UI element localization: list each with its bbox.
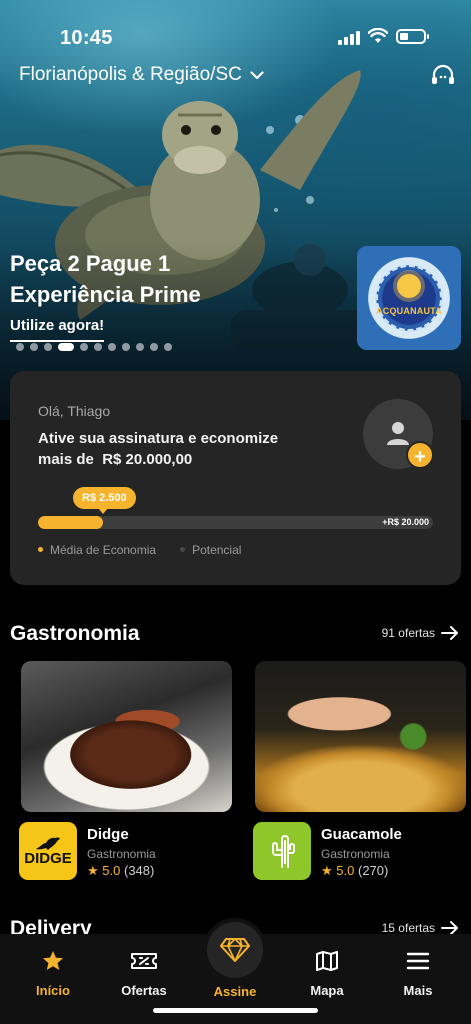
sun-icon bbox=[397, 274, 421, 298]
wifi-icon bbox=[368, 28, 388, 43]
legend-potential: Potencial bbox=[180, 543, 241, 557]
menu-icon bbox=[406, 952, 430, 970]
signal-icon bbox=[338, 31, 360, 45]
gastronomia-see-all-link[interactable]: 91 ofertas bbox=[382, 626, 459, 640]
promo-title: Peça 2 Pague 1 Experiência Prime bbox=[10, 248, 201, 310]
guacamole-logo[interactable] bbox=[253, 822, 311, 880]
offer-name-didge[interactable]: Didge bbox=[87, 826, 129, 843]
delivery-see-all-link[interactable]: 15 ofertas bbox=[382, 921, 459, 935]
tab-mapa[interactable]: Mapa bbox=[287, 948, 367, 998]
diamond-icon bbox=[220, 938, 250, 962]
offer-category-didge: Gastronomia bbox=[87, 847, 156, 861]
cactus-icon bbox=[272, 835, 295, 868]
offer-rating-didge: ★ 5.0 (348) bbox=[87, 863, 155, 878]
tab-inicio[interactable]: Início bbox=[13, 948, 93, 998]
tab-ofertas[interactable]: Ofertas bbox=[104, 948, 184, 998]
carousel-dot[interactable] bbox=[122, 343, 130, 351]
savings-max-label: +R$ 20.000 bbox=[382, 517, 429, 527]
star-icon: ★ bbox=[321, 863, 333, 878]
tab-mais[interactable]: Mais bbox=[378, 948, 458, 998]
battery-icon bbox=[396, 29, 429, 44]
tab-assine-label[interactable]: Assine bbox=[195, 984, 275, 999]
hero-banner[interactable]: 10:45 Florianópolis & Região/SC Peça 2 P… bbox=[0, 0, 471, 420]
star-icon bbox=[43, 951, 63, 970]
greeting-text: Olá, Thiago bbox=[38, 403, 111, 419]
promo-title-line2: Experiência Prime bbox=[10, 282, 201, 307]
offer-category-guacamole: Gastronomia bbox=[321, 847, 390, 861]
status-bar: 10:45 bbox=[0, 0, 471, 60]
carousel-dot[interactable] bbox=[136, 343, 144, 351]
promo-cta-link[interactable]: Utilize agora! bbox=[10, 317, 105, 342]
chevron-down-icon bbox=[250, 70, 264, 79]
carousel-dot[interactable] bbox=[58, 343, 74, 351]
savings-progress-fill bbox=[38, 516, 104, 529]
savings-message: Ative sua assinatura e economize mais de… bbox=[38, 430, 279, 468]
carousel-dot[interactable] bbox=[164, 343, 172, 351]
offer-name-guacamole[interactable]: Guacamole bbox=[321, 826, 402, 843]
partner-logo[interactable]: ACQUANAUTA bbox=[357, 246, 461, 350]
section-title-gastronomia: Gastronomia bbox=[10, 622, 140, 645]
carousel-dot[interactable] bbox=[150, 343, 158, 351]
carousel-dot[interactable] bbox=[80, 343, 88, 351]
location-label: Florianópolis & Região/SC bbox=[19, 64, 242, 85]
tab-assine[interactable] bbox=[207, 922, 263, 978]
didge-logo[interactable]: DIDGE bbox=[19, 822, 77, 880]
savings-progress-bar: +R$ 20.000 bbox=[38, 516, 433, 529]
carousel-dot[interactable] bbox=[44, 343, 52, 351]
ticket-icon bbox=[131, 953, 157, 969]
support-headset-icon[interactable] bbox=[429, 62, 457, 90]
arrow-right-icon bbox=[441, 626, 458, 640]
savings-current-bubble: R$ 2.500 bbox=[73, 487, 136, 514]
offer-image-guacamole[interactable] bbox=[255, 661, 466, 812]
user-icon bbox=[387, 422, 409, 445]
map-icon bbox=[316, 951, 338, 971]
arrow-right-icon bbox=[441, 921, 458, 935]
partner-logo-text: ACQUANAUTA bbox=[376, 306, 442, 316]
status-time: 10:45 bbox=[60, 27, 113, 49]
savings-card[interactable]: Olá, Thiago Ative sua assinatura e econo… bbox=[10, 371, 461, 585]
carousel-dot[interactable] bbox=[108, 343, 116, 351]
legend-avg: Média de Economia bbox=[38, 543, 156, 557]
carousel-dot[interactable] bbox=[30, 343, 38, 351]
add-photo-button[interactable]: + bbox=[406, 441, 434, 469]
kangaroo-icon bbox=[36, 837, 60, 850]
offer-image-didge[interactable] bbox=[21, 661, 232, 812]
promo-title-line1: Peça 2 Pague 1 bbox=[10, 251, 171, 276]
carousel-dot[interactable] bbox=[16, 343, 24, 351]
home-indicator bbox=[153, 1008, 318, 1013]
location-selector[interactable]: Florianópolis & Região/SC bbox=[19, 64, 264, 86]
carousel-dot[interactable] bbox=[94, 343, 102, 351]
carousel-dots[interactable] bbox=[16, 343, 172, 351]
savings-legend: Média de Economia Potencial bbox=[38, 543, 241, 557]
offer-rating-guacamole: ★ 5.0 (270) bbox=[321, 863, 389, 878]
star-icon: ★ bbox=[87, 863, 99, 878]
